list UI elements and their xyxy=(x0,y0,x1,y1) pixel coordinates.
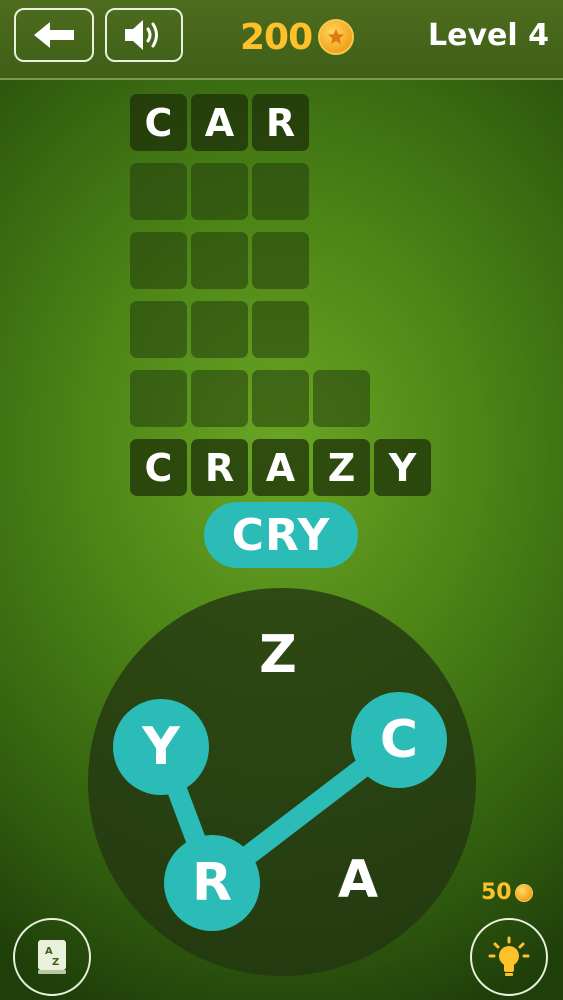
hint-button[interactable] xyxy=(470,918,548,996)
svg-text:Z: Z xyxy=(52,957,59,968)
hint-cost-value: 50 xyxy=(481,880,512,905)
wheel-letter[interactable]: Y xyxy=(113,699,209,795)
wheel-letter[interactable]: A xyxy=(310,832,406,928)
dictionary-button[interactable]: A Z xyxy=(13,918,91,996)
swipe-path xyxy=(151,730,409,893)
wheel-letter[interactable]: Z xyxy=(230,607,326,703)
svg-text:A: A xyxy=(45,946,53,957)
lightbulb-icon xyxy=(488,936,530,976)
wheel-letter[interactable]: R xyxy=(164,835,260,931)
wheel-letter[interactable]: C xyxy=(351,692,447,788)
hint-cost: 50 xyxy=(481,880,533,905)
coin-icon xyxy=(514,883,533,902)
dictionary-book-icon: A Z xyxy=(38,940,66,974)
